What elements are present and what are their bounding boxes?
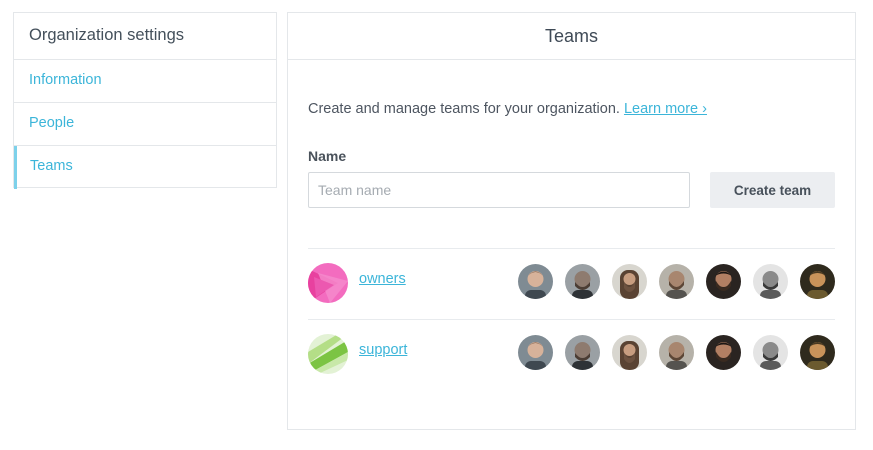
team-row: support [308, 319, 835, 390]
member-avatar[interactable] [706, 335, 741, 370]
team-row: owners [308, 248, 835, 319]
create-team-button[interactable]: Create team [710, 172, 835, 208]
intro-text: Create and manage teams for your organiz… [308, 101, 620, 117]
team-members-owners [518, 264, 835, 299]
member-avatar[interactable] [659, 264, 694, 299]
sidebar-item-people[interactable]: People [14, 103, 276, 146]
member-avatar[interactable] [800, 264, 835, 299]
member-avatar[interactable] [518, 264, 553, 299]
sidebar-title: Organization settings [14, 13, 276, 60]
member-avatar[interactable] [518, 335, 553, 370]
member-avatar[interactable] [612, 335, 647, 370]
member-avatar[interactable] [612, 264, 647, 299]
name-label: Name [308, 148, 347, 164]
sidebar-item-information[interactable]: Information [14, 60, 276, 103]
member-avatar[interactable] [565, 264, 600, 299]
member-avatar[interactable] [659, 335, 694, 370]
member-avatar[interactable] [565, 335, 600, 370]
page-title: Teams [288, 13, 855, 60]
teams-panel: Teams Create and manage teams for your o… [287, 12, 856, 430]
team-avatar-support [308, 334, 348, 374]
learn-more-link[interactable]: Learn more › [624, 101, 707, 117]
team-link-owners[interactable]: owners [359, 271, 406, 287]
sidebar-item-teams[interactable]: Teams [14, 146, 276, 189]
team-avatar-owners [308, 263, 348, 303]
team-name-input[interactable] [308, 172, 690, 208]
settings-sidebar: Organization settings Information People… [13, 12, 277, 189]
team-list: owners support [308, 248, 835, 390]
member-avatar[interactable] [706, 264, 741, 299]
intro-paragraph: Create and manage teams for your organiz… [308, 101, 707, 117]
team-link-support[interactable]: support [359, 342, 407, 358]
member-avatar[interactable] [753, 264, 788, 299]
member-avatar[interactable] [800, 335, 835, 370]
member-avatar[interactable] [753, 335, 788, 370]
team-members-support [518, 335, 835, 370]
